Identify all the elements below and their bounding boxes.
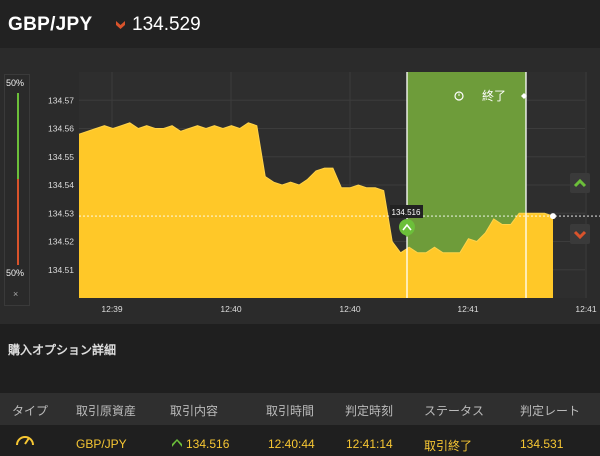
- x-tick-label: 12:40: [220, 304, 242, 314]
- y-tick-label: 134.54: [48, 180, 74, 190]
- y-tick-label: 134.55: [48, 152, 74, 162]
- x-tick-label: 12:39: [101, 304, 123, 314]
- col-status: ステータス: [424, 404, 485, 418]
- col-rate: 判定レート: [520, 404, 581, 418]
- col-asset: 取引原資産: [76, 404, 137, 418]
- col-type: タイプ: [12, 404, 49, 418]
- col-content: 取引内容: [170, 404, 219, 418]
- top-bar: GBP/JPY 134.529: [0, 0, 600, 48]
- row-trade-time: 12:40:44: [268, 437, 315, 451]
- chevron-up-icon: [172, 439, 182, 447]
- col-judge-time: 判定時刻: [345, 404, 394, 418]
- x-tick-label: 12:41: [575, 304, 597, 314]
- chevron-down-icon: [573, 230, 587, 240]
- x-axis-ticks: 12:39 12:40 12:40 12:41 12:41: [101, 304, 597, 314]
- end-label: 終了: [482, 88, 506, 103]
- entry-price-label: 134.516: [392, 208, 421, 217]
- y-tick-label: 134.51: [48, 265, 74, 275]
- y-tick-label: 134.53: [48, 208, 74, 218]
- current-price-dot: [550, 213, 556, 220]
- row-rate: 134.531: [520, 437, 564, 451]
- chevron-down-icon: [116, 21, 125, 29]
- price-chart[interactable]: 終了 134.516 134.57134.56134.55134.54134.5…: [0, 48, 600, 324]
- y-tick-label: 134.57: [48, 95, 74, 105]
- x-tick-label: 12:40: [339, 304, 361, 314]
- currency-pair: GBP/JPY: [8, 14, 93, 35]
- col-trade-time: 取引時間: [266, 404, 315, 418]
- row-content: 134.516: [186, 437, 230, 451]
- chevron-up-icon: [573, 178, 587, 188]
- x-tick-label: 12:41: [457, 304, 479, 314]
- row-status: 取引終了: [424, 439, 473, 453]
- gauge-icon: [16, 436, 34, 446]
- y-axis-ticks: 134.57 134.56 134.55 134.54 134.53 134.52 134.…: [48, 95, 74, 275]
- row-asset: GBP/JPY: [76, 437, 127, 451]
- table-header: タイプ 取引原資産 取引内容 取引時間 判定時刻 ステータス 判定レート: [0, 393, 600, 425]
- y-tick-label: 134.56: [48, 124, 74, 134]
- current-price: 134.529: [132, 14, 201, 35]
- call-button[interactable]: [570, 173, 590, 193]
- y-tick-label: 134.52: [48, 237, 74, 247]
- row-judge-time: 12:41:14: [346, 437, 393, 451]
- section-title: 購入オプション詳細: [8, 343, 117, 357]
- put-button[interactable]: [570, 224, 590, 244]
